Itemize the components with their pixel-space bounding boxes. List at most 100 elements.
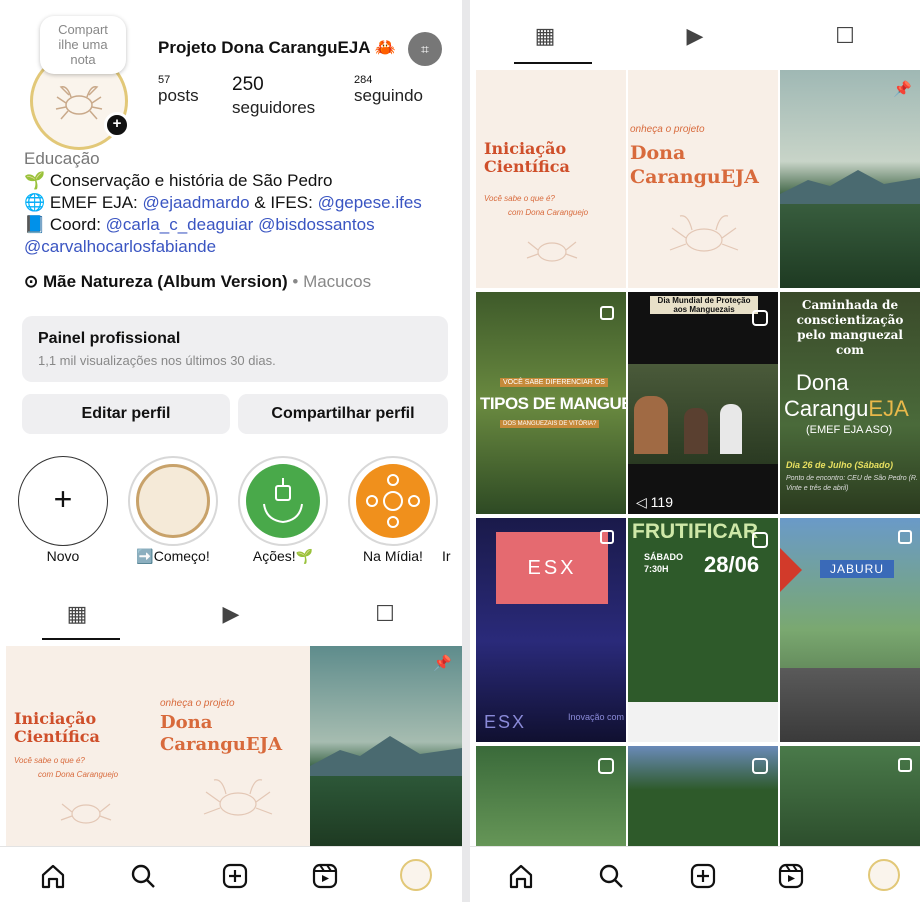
hands-plant-icon (246, 464, 320, 538)
post-iniciacao[interactable]: Iniciação Científica Você sabe o que é? … (6, 646, 158, 846)
highlight-label-midia: Na Mídia! (363, 548, 423, 564)
post-title: Dia Mundial de Proteção aos Manguezais (650, 296, 758, 314)
post-subtitle: Você sabe o que é? (14, 756, 85, 765)
profile-name: Projeto Dona CaranguEJA 🦀 (158, 38, 396, 58)
professional-dashboard[interactable]: Painel profissional 1,1 mil visualizaçõe… (22, 316, 448, 382)
profile-tabs: ▦ ▶ ☐ (0, 594, 462, 634)
tagged-icon: ☐ (375, 601, 395, 626)
highlight-label-acoes-text: Ações! (252, 548, 296, 564)
globe-icon: 🌐 (24, 193, 46, 212)
crab-logo-icon (136, 464, 210, 538)
reel-icon (752, 758, 768, 774)
bio-line-2: 🌐 EMEF EJA: @ejaadmardo & IFES: @gepese.… (24, 192, 454, 214)
highlight-midia[interactable] (348, 456, 438, 546)
crab-logo-icon (55, 85, 103, 120)
post-dona-caranguEJA[interactable]: onheça o projeto Dona CaranguEJA (158, 646, 310, 846)
post-iniciacao[interactable]: Iniciação Científica Você sabe o que é? … (476, 70, 626, 288)
post-dona-caranguEJA[interactable]: onheça o projeto Dona CaranguEJA (628, 70, 778, 288)
street-sign: JABURU (820, 560, 895, 578)
tab-grid[interactable]: ▦ (470, 16, 620, 56)
profile-nav-avatar[interactable] (868, 859, 900, 891)
link-ejaadmardo[interactable]: @ejaadmardo (142, 193, 249, 212)
person-figure (684, 408, 708, 454)
carousel-icon (600, 530, 614, 544)
add-story-icon[interactable]: + (104, 112, 130, 138)
link-bisdossantos[interactable]: @bisdossantos (258, 215, 375, 234)
profile-nav-avatar[interactable] (400, 859, 432, 891)
tab-tagged[interactable]: ☐ (308, 594, 462, 634)
post-plants[interactable] (780, 746, 920, 856)
reel-icon (752, 310, 768, 326)
play-icon: ⊙ (24, 272, 39, 291)
crab-emoji: 🦀 (374, 38, 396, 57)
tab-tagged[interactable]: ☐ (770, 16, 920, 56)
person-figure (720, 404, 742, 454)
search-icon[interactable] (596, 861, 626, 891)
reels-icon[interactable] (776, 861, 806, 891)
sponsor-strip (628, 702, 778, 742)
mountain-drawing (780, 170, 920, 204)
bio-line-1-text: Conservação e história de São Pedro (49, 171, 333, 190)
view-count-text: 119 (650, 494, 673, 510)
share-profile-button[interactable]: Compartilhar perfil (238, 394, 448, 434)
qr-code-icon[interactable]: ⌗ (408, 32, 442, 66)
posts-stat[interactable]: 57 posts (158, 74, 199, 106)
grid-icon: ▦ (66, 601, 88, 626)
crab-drawing (60, 803, 112, 824)
post-dia-mundial[interactable]: Dia Mundial de Proteção aos Manguezais ◁… (628, 292, 778, 514)
person-figure (634, 396, 668, 454)
create-icon[interactable] (220, 861, 250, 891)
highlight-comeco[interactable] (128, 456, 218, 546)
tab-reels[interactable]: ▶ (620, 16, 770, 56)
post-trees[interactable] (628, 746, 778, 856)
edit-profile-button[interactable]: Editar perfil (22, 394, 230, 434)
posts-label: posts (158, 86, 199, 105)
post-title: Dona (630, 142, 686, 164)
post-title: FRUTIFICAR (632, 520, 758, 543)
tab-grid[interactable]: ▦ (0, 594, 154, 634)
highlight-acoes[interactable] (238, 456, 328, 546)
link-carla[interactable]: @carla_c_deaguiar (106, 215, 254, 234)
esx-screen: ESX (496, 532, 608, 604)
post-subtitle-2: com Dona Caranguejo (508, 208, 589, 217)
bio-line-3-prefix: Coord: (49, 215, 106, 234)
bio-category: Educação (24, 149, 100, 168)
post-landscape[interactable]: 📌 (310, 646, 462, 846)
search-icon[interactable] (128, 861, 158, 891)
hands-plant-drawing (263, 478, 303, 524)
media-icon (356, 464, 430, 538)
pin-icon: 📌 (893, 81, 912, 98)
post-landscape[interactable]: 📌 (780, 70, 920, 288)
post-eja: EJA (868, 396, 909, 421)
post-carangueja: CaranguEJA (784, 396, 909, 422)
post-river[interactable] (476, 746, 626, 856)
artist-name: Macucos (303, 272, 372, 291)
post-esx[interactable]: ESX ESX Inovação com (476, 518, 626, 742)
reels-icon: ▶ (222, 601, 240, 626)
post-title: Iniciação Científica (484, 139, 570, 176)
music-line[interactable]: ⊙ Mãe Natureza (Album Version) • Macucos (24, 272, 371, 292)
create-icon[interactable] (688, 861, 718, 891)
seedling-icon: 🌱 (295, 548, 314, 564)
link-carvalho[interactable]: @carvalhocarlosfabiande (24, 237, 216, 256)
link-gepese[interactable]: @gepese.ifes (318, 193, 422, 212)
tab-reels[interactable]: ▶ (154, 594, 308, 634)
highlight-label-partial: Ir (442, 548, 451, 564)
home-icon[interactable] (506, 861, 536, 891)
post-tipos-mangue[interactable]: VOCÊ SABE DIFERENCIAR OS TIPOS DE MANGUE… (476, 292, 626, 514)
home-icon[interactable] (38, 861, 68, 891)
post-date: Dia 26 de Julho (Sábado) (786, 460, 894, 470)
following-count: 284 (354, 74, 373, 86)
following-stat[interactable]: 284 seguindo (354, 74, 423, 106)
followers-stat[interactable]: 250 seguidores (232, 74, 315, 118)
post-caminhada[interactable]: Caminhada de conscientização pelo mangue… (780, 292, 920, 514)
reels-icon[interactable] (310, 861, 340, 891)
post-frutificar[interactable]: FRUTIFICAR SÁBADO 7:30H 28/06 (628, 518, 778, 742)
bottom-nav (0, 846, 462, 902)
note-bubble[interactable]: Compart ilhe uma nota (40, 16, 126, 74)
post-jaburu[interactable]: JABURU (780, 518, 920, 742)
profile-name-text: Projeto Dona CaranguEJA (158, 38, 370, 57)
highlight-new[interactable]: + (18, 456, 108, 546)
highlight-label-acoes: Ações!🌱 (228, 548, 338, 565)
pin-icon: 📌 (433, 655, 452, 672)
